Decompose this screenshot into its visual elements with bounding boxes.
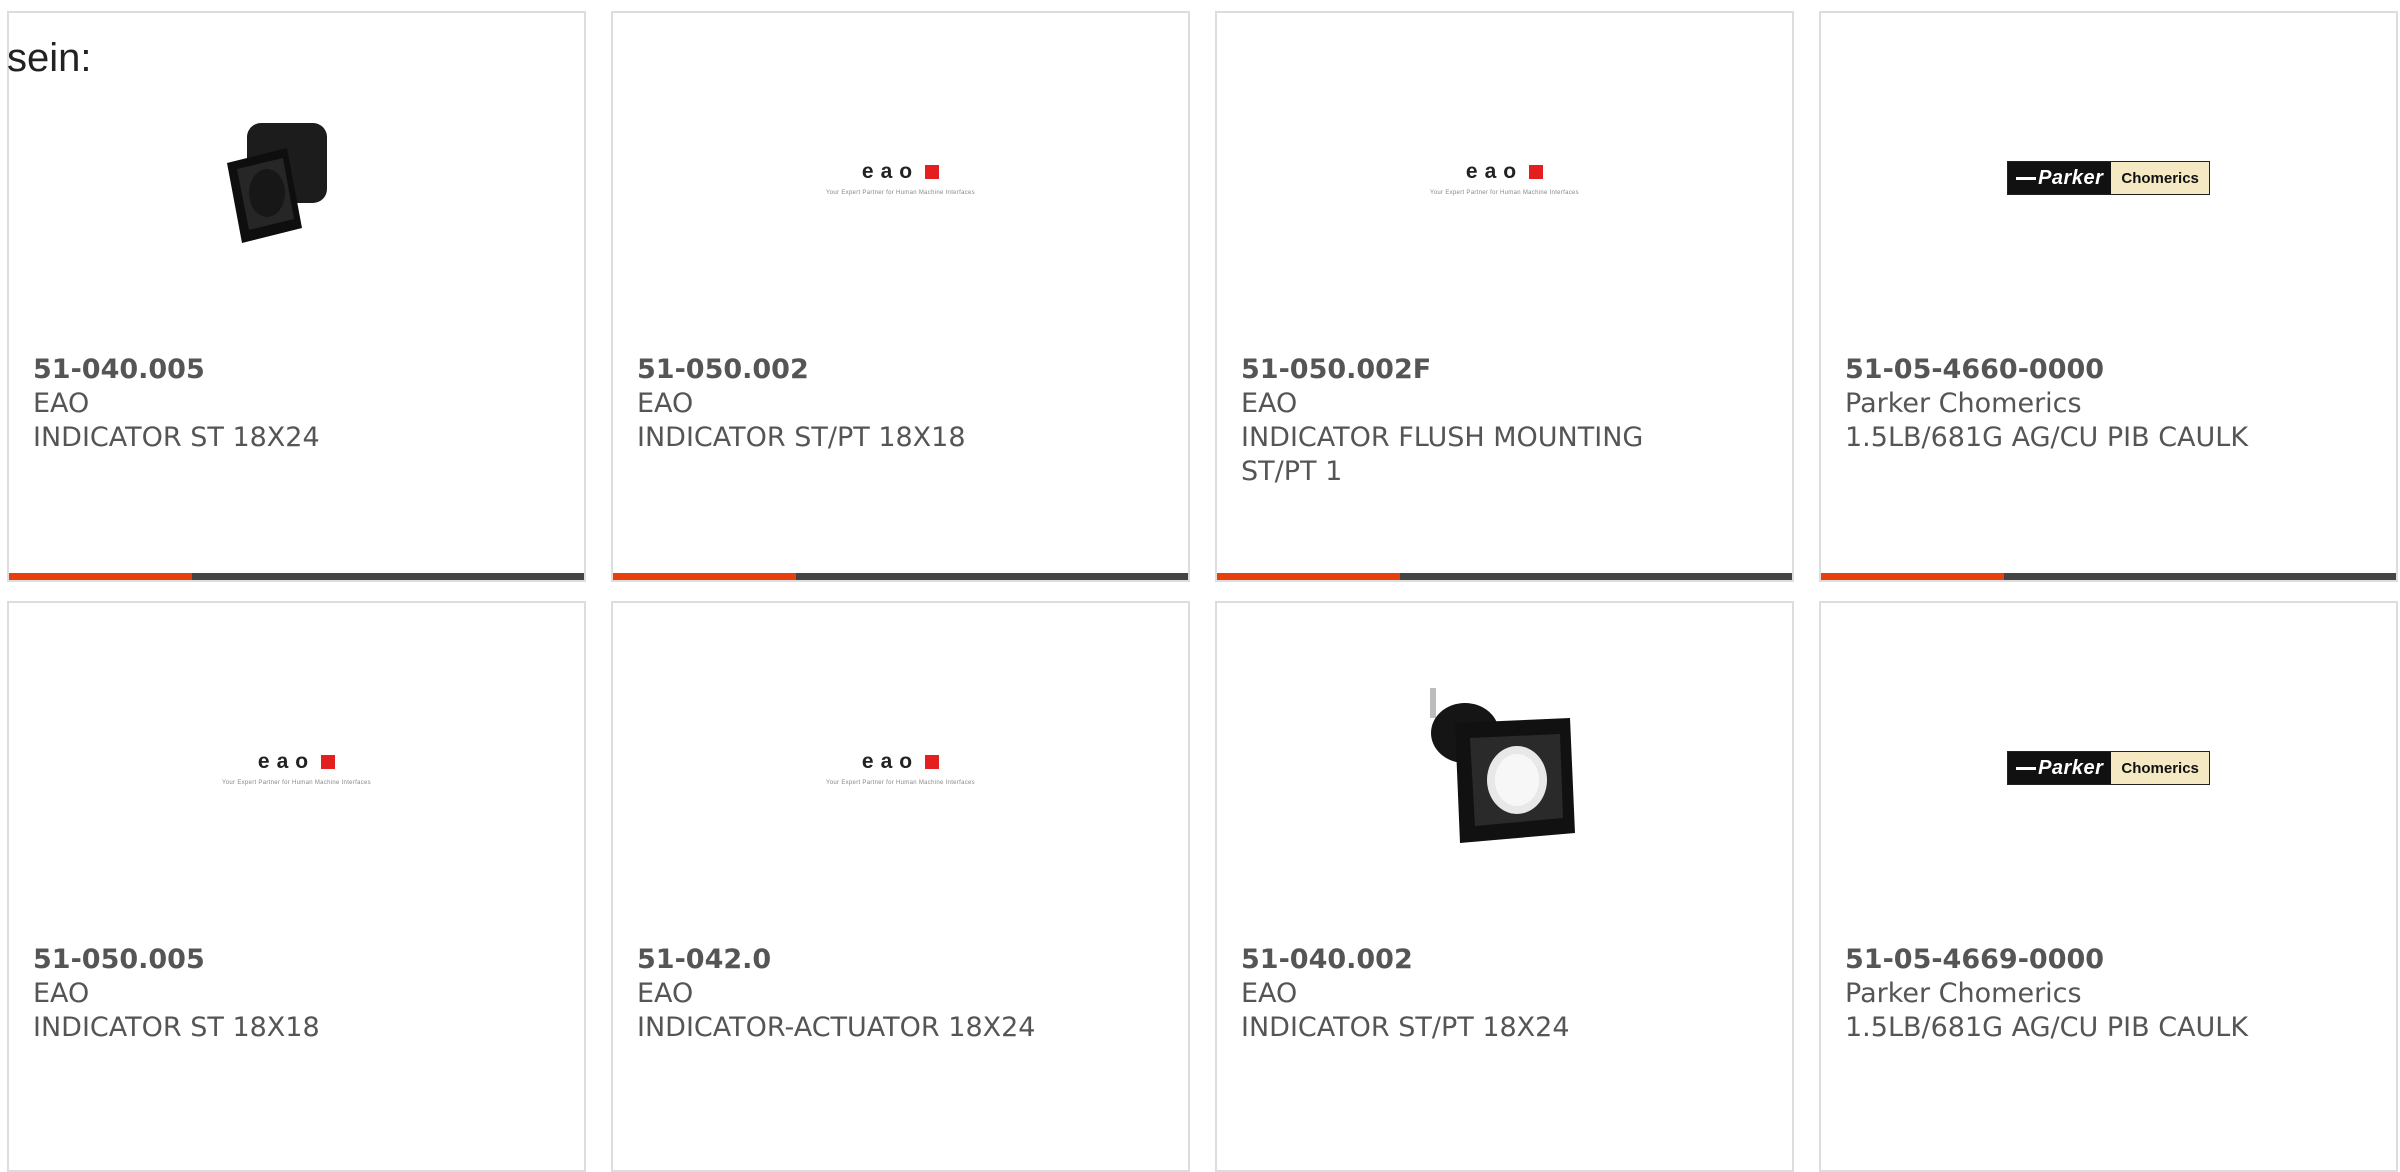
indicator-photo bbox=[1429, 688, 1575, 843]
product-description: INDICATOR-ACTUATOR 18X24 bbox=[637, 1012, 1036, 1043]
brand-name: EAO bbox=[33, 388, 90, 419]
part-number[interactable]: 51-040.005 bbox=[33, 353, 560, 387]
card-accent-bar bbox=[613, 573, 1188, 580]
card-accent-bar bbox=[1217, 573, 1792, 580]
eao-logo: eao Your Expert Partner for Human Machin… bbox=[222, 750, 371, 786]
product-grid: 51-040.005 EAO INDICATOR ST 18X24 eao Yo… bbox=[7, 11, 2398, 1172]
part-number[interactable]: 51-05-4660-0000 bbox=[1845, 353, 2372, 387]
product-description: INDICATOR ST/PT 18X18 bbox=[637, 422, 966, 453]
product-image[interactable]: Parker Chomerics bbox=[1899, 53, 2319, 303]
intro-text: sein: bbox=[7, 36, 92, 80]
eao-logo: eao Your Expert Partner for Human Machin… bbox=[826, 750, 975, 786]
product-image[interactable]: eao Your Expert Partner for Human Machin… bbox=[87, 643, 507, 893]
product-image[interactable]: Parker Chomerics bbox=[1899, 643, 2319, 893]
product-card[interactable]: 51-040.005 EAO INDICATOR ST 18X24 bbox=[7, 11, 586, 582]
brand-name: EAO bbox=[637, 388, 694, 419]
brand-name: EAO bbox=[1241, 978, 1298, 1009]
part-number[interactable]: 51-050.005 bbox=[33, 943, 560, 977]
product-description: INDICATOR ST/PT 18X24 bbox=[1241, 1012, 1570, 1043]
product-card[interactable]: eao Your Expert Partner for Human Machin… bbox=[7, 601, 586, 1172]
eao-logo: eao Your Expert Partner for Human Machin… bbox=[1430, 160, 1579, 196]
card-accent-bar bbox=[9, 573, 584, 580]
product-description: INDICATOR FLUSH MOUNTING ST/PT 1 bbox=[1241, 422, 1644, 487]
product-card[interactable]: Parker Chomerics 51-05-4660-0000 Parker … bbox=[1819, 11, 2398, 582]
product-image[interactable] bbox=[87, 53, 507, 303]
brand-name: EAO bbox=[637, 978, 694, 1009]
eao-logo: eao Your Expert Partner for Human Machin… bbox=[826, 160, 975, 196]
card-accent-bar bbox=[1821, 573, 2396, 580]
product-card[interactable]: Parker Chomerics 51-05-4669-0000 Parker … bbox=[1819, 601, 2398, 1172]
product-image[interactable]: eao Your Expert Partner for Human Machin… bbox=[1295, 53, 1715, 303]
part-number[interactable]: 51-042.0 bbox=[637, 943, 1164, 977]
product-card[interactable]: eao Your Expert Partner for Human Machin… bbox=[611, 601, 1190, 1172]
product-card[interactable]: eao Your Expert Partner for Human Machin… bbox=[1215, 11, 1794, 582]
product-description: 1.5LB/681G AG/CU PIB CAULK bbox=[1845, 1012, 2249, 1043]
parker-chomerics-logo: Parker Chomerics bbox=[2007, 161, 2210, 195]
brand-name: EAO bbox=[1241, 388, 1298, 419]
product-card[interactable]: eao Your Expert Partner for Human Machin… bbox=[611, 11, 1190, 582]
brand-name: Parker Chomerics bbox=[1845, 978, 2082, 1009]
indicator-photo bbox=[226, 123, 327, 243]
brand-name: Parker Chomerics bbox=[1845, 388, 2082, 419]
product-description: INDICATOR ST 18X18 bbox=[33, 1012, 320, 1043]
parker-chomerics-logo: Parker Chomerics bbox=[2007, 751, 2210, 785]
product-image[interactable]: eao Your Expert Partner for Human Machin… bbox=[691, 643, 1111, 893]
product-image[interactable] bbox=[1295, 643, 1715, 893]
product-description: 1.5LB/681G AG/CU PIB CAULK bbox=[1845, 422, 2249, 453]
part-number[interactable]: 51-040.002 bbox=[1241, 943, 1768, 977]
brand-name: EAO bbox=[33, 978, 90, 1009]
part-number[interactable]: 51-050.002 bbox=[637, 353, 1164, 387]
product-card[interactable]: 51-040.002 EAO INDICATOR ST/PT 18X24 bbox=[1215, 601, 1794, 1172]
product-image[interactable]: eao Your Expert Partner for Human Machin… bbox=[691, 53, 1111, 303]
product-description: INDICATOR ST 18X24 bbox=[33, 422, 320, 453]
part-number[interactable]: 51-05-4669-0000 bbox=[1845, 943, 2372, 977]
part-number[interactable]: 51-050.002F bbox=[1241, 353, 1662, 387]
